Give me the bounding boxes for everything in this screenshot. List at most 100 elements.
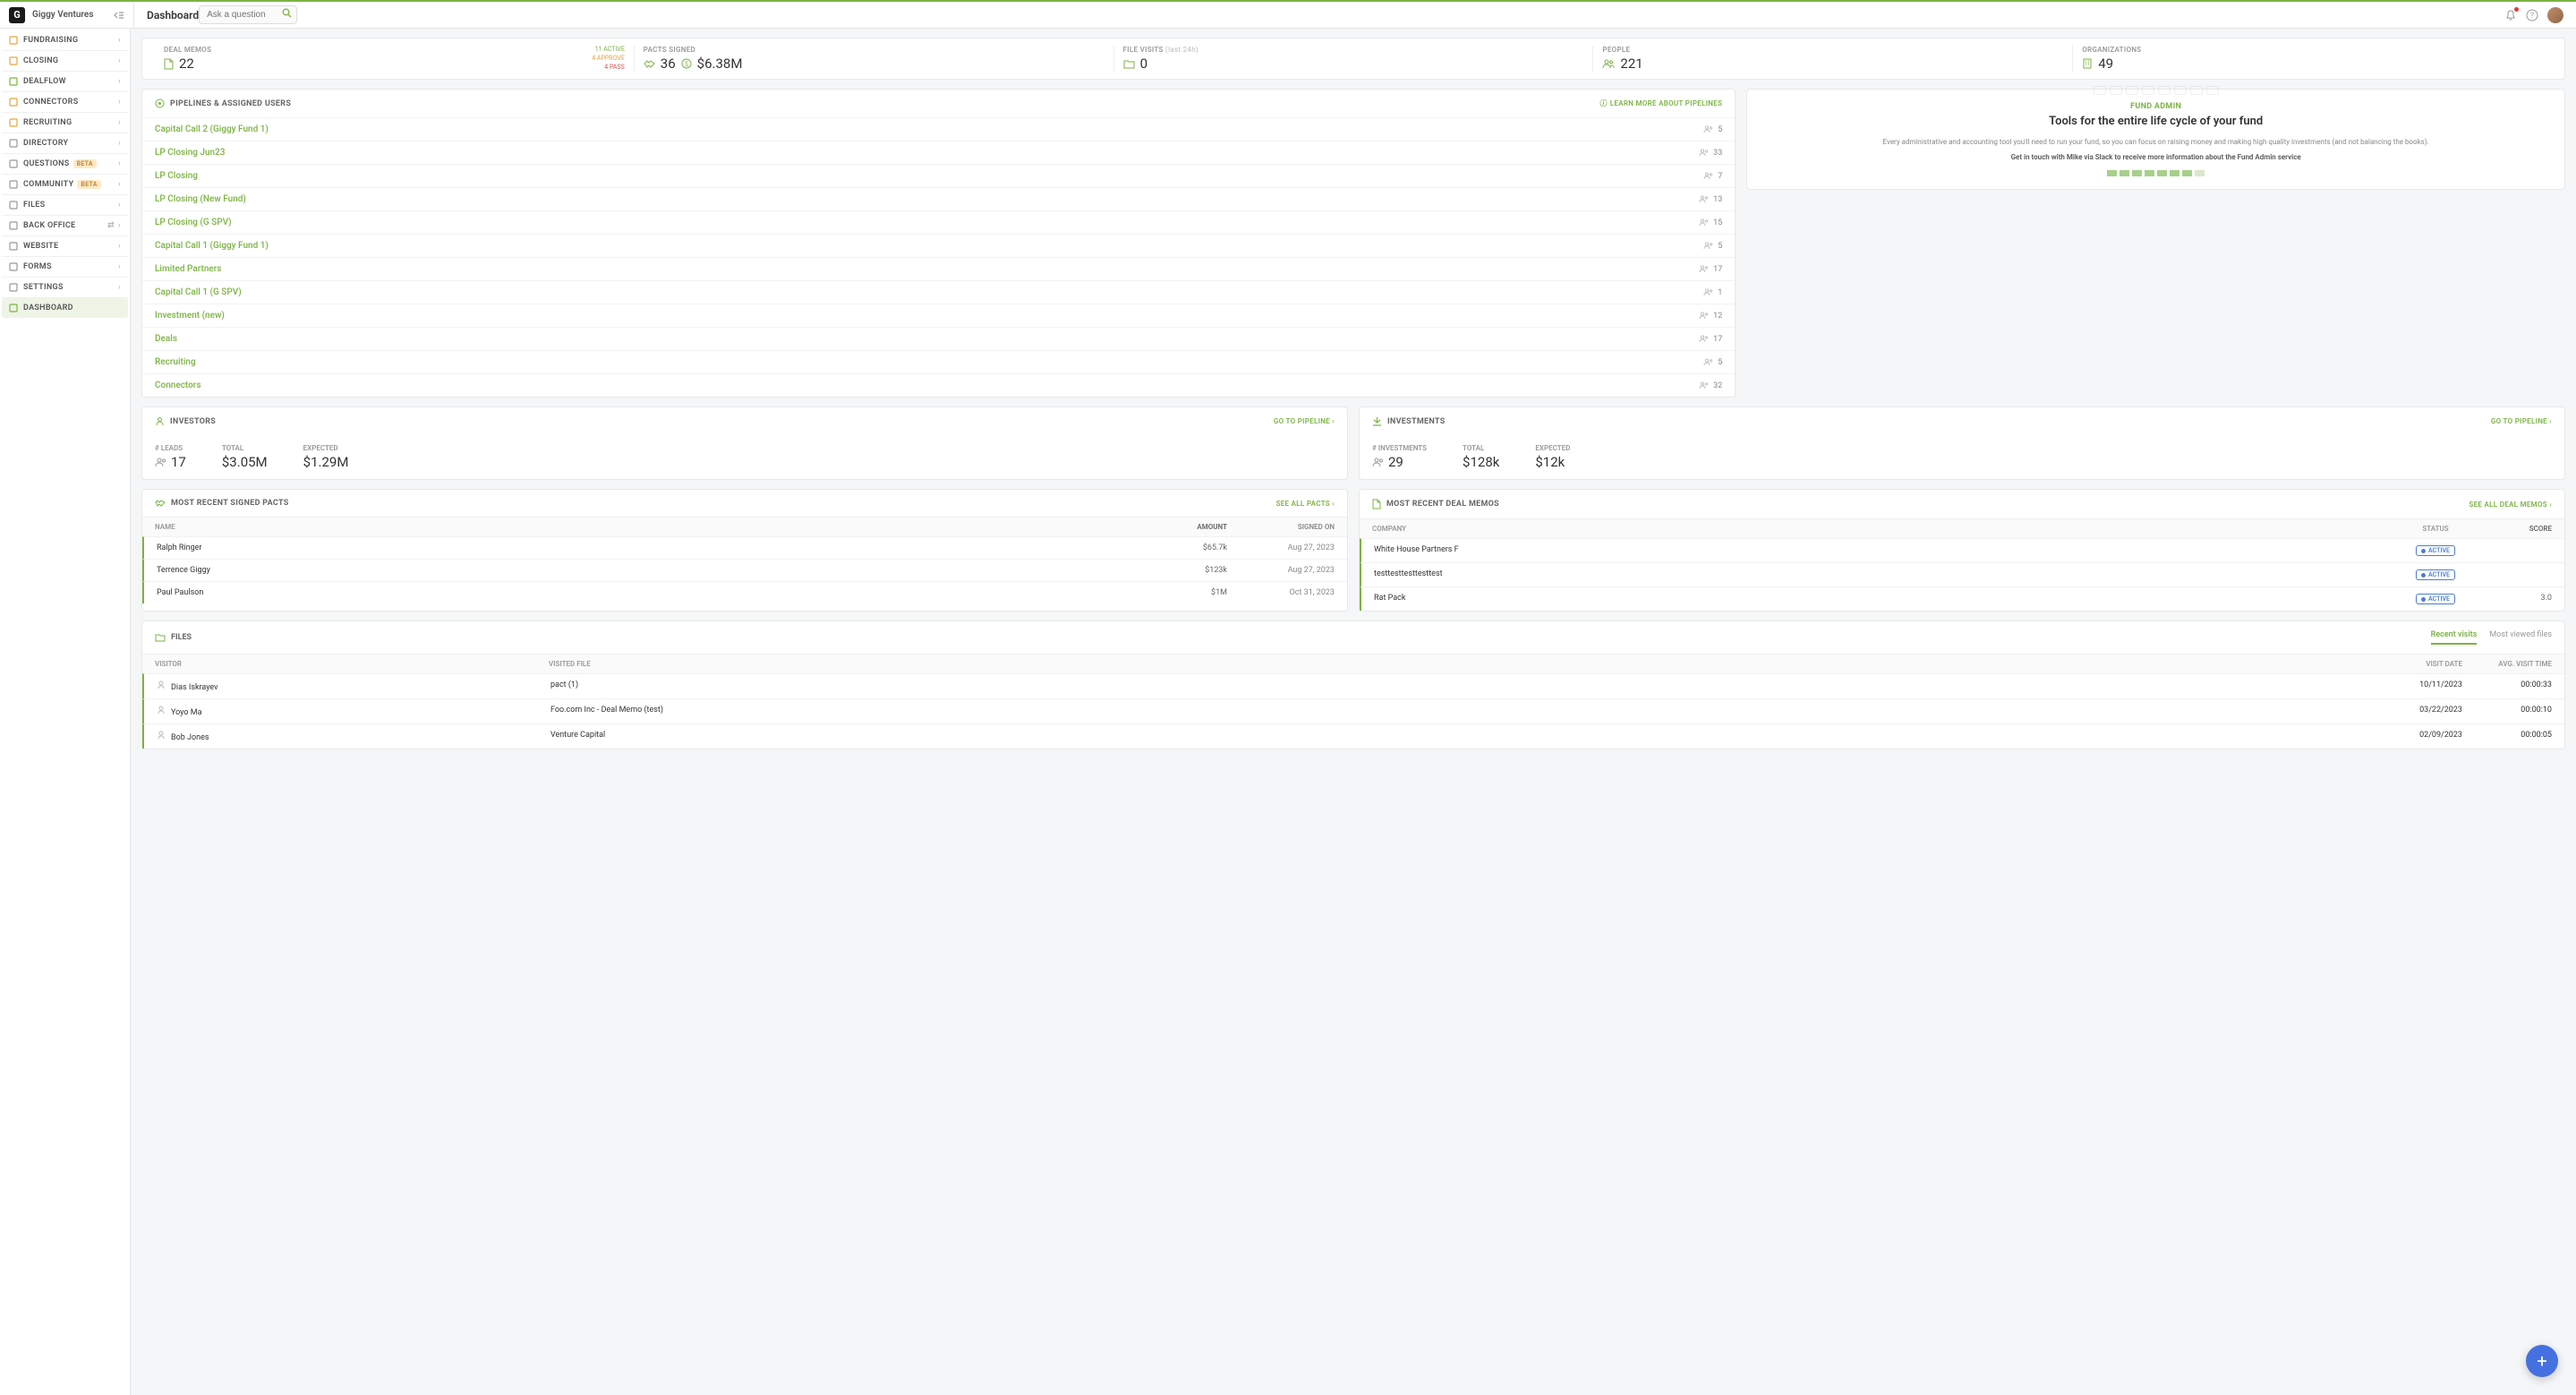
sidebar-item-closing[interactable]: CLOSING› [2, 51, 128, 72]
table-row[interactable]: White House Partners F ACTIVE [1360, 538, 2564, 562]
people-icon [1699, 149, 1710, 157]
pipeline-row[interactable]: Connectors 32 [142, 373, 1735, 397]
stat-people[interactable]: PEOPLE 221 [1593, 46, 2073, 72]
nav-icon [9, 139, 18, 148]
nav-icon [9, 242, 18, 251]
table-row[interactable]: Dias Iskrayev pact (1) 10/11/2023 00:00:… [142, 673, 2564, 698]
chevron-right-icon: › [118, 262, 121, 271]
learn-more-link[interactable]: ⓘLEARN MORE ABOUT PIPELINES [1599, 98, 1722, 108]
chevron-right-icon: › [118, 180, 121, 189]
sidebar-collapse-button[interactable] [110, 11, 128, 20]
sidebar-item-fundraising[interactable]: FUNDRAISING› [2, 30, 128, 51]
stat-orgs[interactable]: ORGANIZATIONS 49 [2073, 46, 2552, 72]
document-icon [164, 58, 174, 70]
sidebar-item-connectors[interactable]: CONNECTORS› [2, 92, 128, 113]
table-row[interactable]: Paul Paulson $1M Oct 31, 2023 [142, 581, 1347, 603]
sidebar-item-dealflow[interactable]: DEALFLOW› [2, 72, 128, 92]
person-icon [157, 733, 166, 742]
sidebar-item-settings[interactable]: SETTINGS› [2, 278, 128, 298]
people-icon [1699, 335, 1710, 343]
table-row[interactable]: Yoyo Ma Foo.com Inc - Deal Memo (test) 0… [142, 698, 2564, 723]
chevron-right-icon: › [118, 98, 121, 107]
sidebar-item-forms[interactable]: FORMS› [2, 257, 128, 278]
pipeline-row[interactable]: LP Closing Jun23 33 [142, 141, 1735, 164]
nav-icon [9, 118, 18, 127]
chevron-right-icon: › [118, 201, 121, 210]
chevron-right-icon: › [118, 283, 121, 292]
pipeline-row[interactable]: LP Closing 7 [142, 164, 1735, 187]
org-name[interactable]: Giggy Ventures [32, 10, 93, 20]
pipeline-row[interactable]: Capital Call 2 (Giggy Fund 1) 5 [142, 117, 1735, 141]
sidebar-item-dashboard[interactable]: DASHBOARD [2, 298, 128, 318]
svg-text:?: ? [2530, 12, 2534, 21]
stat-file-visits[interactable]: FILE VISITS (last 24h) 0 [1114, 46, 1594, 72]
nav-icon [9, 36, 18, 45]
chevron-right-icon: › [118, 221, 121, 230]
stat-pacts[interactable]: PACTS SIGNED 36 $ $6.38M [635, 46, 1114, 72]
table-row[interactable]: Ralph Ringer $65.7k Aug 27, 2023 [142, 536, 1347, 559]
chevron-right-icon: › [118, 77, 121, 86]
pipeline-row[interactable]: Investment (new) 12 [142, 304, 1735, 327]
person-icon [157, 708, 166, 717]
stat-deal-memos[interactable]: DEAL MEMOS 22 11 ACTIVE 4 APPROVE 4 PASS [155, 46, 635, 72]
sidebar-item-files[interactable]: FILES› [2, 195, 128, 216]
app-logo[interactable]: G [9, 7, 25, 23]
user-avatar[interactable] [2547, 7, 2563, 23]
people-icon [1699, 312, 1710, 320]
building-icon [2082, 58, 2093, 69]
table-row[interactable]: testtesttesttesttest ACTIVE [1360, 562, 2564, 586]
people-icon [1372, 458, 1385, 467]
tab-most-viewed[interactable]: Most viewed files [2489, 630, 2552, 645]
folder-icon [1123, 59, 1135, 69]
sidebar-item-website[interactable]: WEBSITE› [2, 236, 128, 257]
nav-icon [9, 221, 18, 230]
search-icon[interactable] [282, 8, 292, 18]
people-icon [1602, 59, 1615, 69]
pipeline-row[interactable]: Capital Call 1 (Giggy Fund 1) 5 [142, 234, 1735, 257]
people-icon [1703, 172, 1714, 180]
fund-admin-panel: FUND ADMIN Tools for the entire life cyc… [1746, 89, 2565, 190]
svg-text:$: $ [685, 61, 688, 68]
recent-pacts-panel: MOST RECENT SIGNED PACTS SEE ALL PACTS ›… [141, 489, 1348, 612]
pipeline-row[interactable]: Recruiting 5 [142, 350, 1735, 373]
pipeline-row[interactable]: LP Closing (G SPV) 15 [142, 210, 1735, 234]
go-to-investments-pipeline[interactable]: GO TO PIPELINE › [2491, 417, 2552, 425]
person-icon [157, 683, 166, 692]
sidebar-item-back-office[interactable]: BACK OFFICE⇄› [2, 216, 128, 236]
chevron-right-icon: › [118, 118, 121, 127]
table-row[interactable]: Bob Jones Venture Capital 02/09/2023 00:… [142, 723, 2564, 749]
table-row[interactable]: Rat Pack ACTIVE 3.0 [1360, 586, 2564, 611]
recent-memos-panel: MOST RECENT DEAL MEMOS SEE ALL DEAL MEMO… [1359, 489, 2565, 612]
sync-icon: ⇄ [107, 221, 115, 230]
pipeline-row[interactable]: Deals 17 [142, 327, 1735, 350]
investors-panel: INVESTORS GO TO PIPELINE › # LEADS 17 TO… [141, 407, 1348, 480]
chevron-right-icon: › [118, 242, 121, 251]
nav-icon [9, 201, 18, 210]
pipeline-row[interactable]: LP Closing (New Fund) 13 [142, 187, 1735, 210]
help-icon[interactable]: ? [2526, 9, 2538, 21]
beta-badge: BETA [77, 180, 100, 189]
notifications-icon[interactable] [2504, 9, 2517, 21]
see-all-pacts[interactable]: SEE ALL PACTS › [1276, 500, 1335, 508]
table-row[interactable]: Terrence Giggy $123k Aug 27, 2023 [142, 559, 1347, 581]
sidebar-item-directory[interactable]: DIRECTORY› [2, 133, 128, 154]
see-all-memos[interactable]: SEE ALL DEAL MEMOS › [2469, 501, 2552, 509]
add-button[interactable]: + [2526, 1345, 2558, 1377]
nav-icon [9, 77, 18, 86]
nav-icon [9, 98, 18, 107]
investments-panel: INVESTMENTS GO TO PIPELINE › # INVESTMEN… [1359, 407, 2565, 480]
people-icon [1703, 125, 1714, 133]
sidebar-item-recruiting[interactable]: RECRUITING› [2, 113, 128, 133]
people-icon [1699, 195, 1710, 203]
investors-icon [155, 416, 165, 426]
people-icon [1703, 358, 1714, 366]
chevron-right-icon: › [118, 159, 121, 168]
pipeline-row[interactable]: Limited Partners 17 [142, 257, 1735, 280]
pipeline-row[interactable]: Capital Call 1 (G SPV) 1 [142, 280, 1735, 304]
sidebar-item-questions[interactable]: QUESTIONSBETA› [2, 154, 128, 175]
sidebar-item-community[interactable]: COMMUNITYBETA› [2, 175, 128, 195]
go-to-investors-pipeline[interactable]: GO TO PIPELINE › [1274, 417, 1335, 425]
people-icon [1699, 265, 1710, 273]
fund-progress-boxes [1763, 170, 2548, 176]
tab-recent-visits[interactable]: Recent visits [2431, 630, 2478, 645]
